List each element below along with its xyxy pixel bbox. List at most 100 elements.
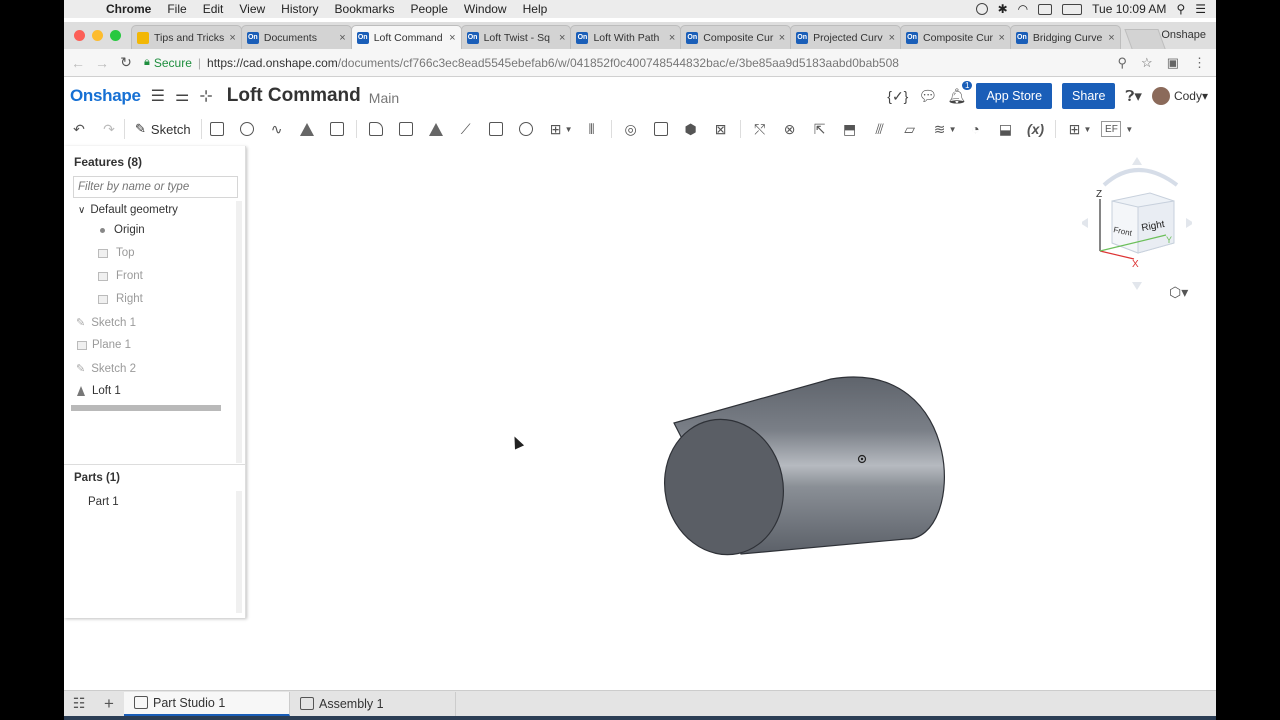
url-field[interactable]: 🔒︎ Secure | https://cad.onshape.com/docu… bbox=[144, 56, 899, 70]
feature-filter-input[interactable] bbox=[73, 176, 238, 198]
move-face-icon[interactable]: ⇱ bbox=[805, 118, 835, 140]
tab-assembly[interactable]: Assembly 1 bbox=[290, 691, 456, 716]
menu-file[interactable]: File bbox=[159, 2, 194, 16]
part-item[interactable]: Part 1 bbox=[88, 496, 119, 508]
hamburger-menu-icon[interactable]: ☰ bbox=[151, 86, 165, 106]
chevron-down-icon[interactable]: ▼ bbox=[949, 125, 957, 134]
extrude-icon[interactable] bbox=[202, 118, 232, 140]
feature-plane-1[interactable]: Plane 1 bbox=[77, 339, 131, 351]
comments-icon[interactable]: 💬︎ bbox=[918, 87, 937, 105]
zoom-icon[interactable]: ⚲ bbox=[1118, 55, 1128, 71]
help-icon[interactable]: ❓︎▾ bbox=[1125, 87, 1142, 105]
thicken-icon[interactable] bbox=[322, 118, 352, 140]
browser-tab[interactable]: On Documents × bbox=[240, 25, 352, 49]
branch-icon[interactable]: ⊹ bbox=[199, 86, 212, 106]
close-tab-icon[interactable]: × bbox=[998, 32, 1004, 44]
minimize-window-button[interactable] bbox=[92, 30, 103, 41]
chevron-down-icon[interactable]: ▼ bbox=[1125, 125, 1133, 134]
browser-tab-active[interactable]: On Loft Command × bbox=[350, 25, 462, 49]
menu-people[interactable]: People bbox=[403, 2, 456, 16]
close-tab-icon[interactable]: × bbox=[229, 32, 235, 44]
feature-front-plane[interactable]: Front bbox=[98, 270, 143, 282]
tab-part-studio[interactable]: Part Studio 1 bbox=[124, 691, 290, 716]
delete-face-icon[interactable]: ⊗ bbox=[775, 118, 805, 140]
tab-manager-icon[interactable]: ☷ bbox=[64, 695, 94, 712]
feature-top-plane[interactable]: Top bbox=[98, 247, 135, 259]
document-title[interactable]: Loft Command bbox=[227, 85, 361, 107]
parts-scrollbar[interactable] bbox=[236, 491, 242, 613]
menu-bookmarks[interactable]: Bookmarks bbox=[327, 2, 403, 16]
share-button[interactable]: Share bbox=[1062, 83, 1116, 109]
redo-icon[interactable]: ↷ bbox=[94, 118, 124, 140]
notification-center-icon[interactable]: ☰ bbox=[1195, 2, 1206, 16]
sheet-metal-icon[interactable]: ⬓ bbox=[991, 118, 1021, 140]
close-window-button[interactable] bbox=[74, 30, 85, 41]
plane-icon[interactable]: ▱ bbox=[895, 118, 925, 140]
browser-tab[interactable]: On Composite Cur × bbox=[900, 25, 1011, 49]
graphics-viewport[interactable] bbox=[246, 146, 1216, 690]
view-cube[interactable]: Z X Y Front Right bbox=[1080, 155, 1194, 295]
onshape-logo[interactable]: Onshape bbox=[70, 86, 141, 106]
forward-arrow-icon[interactable]: → bbox=[92, 55, 112, 71]
new-tab-button[interactable] bbox=[1124, 29, 1166, 49]
bookmark-star-icon[interactable]: ☆ bbox=[1141, 55, 1153, 71]
offset-surface-icon[interactable]: ⫻ bbox=[865, 118, 895, 140]
default-geometry-group[interactable]: ∨ Default geometry bbox=[78, 204, 178, 216]
menu-window[interactable]: Window bbox=[456, 2, 515, 16]
browser-tab[interactable]: On Bridging Curve × bbox=[1009, 25, 1121, 49]
cast-icon[interactable]: ▣ bbox=[1167, 55, 1179, 71]
chevron-down-icon[interactable]: ▼ bbox=[1084, 125, 1092, 134]
feature-loft-1[interactable]: Loft 1 bbox=[77, 385, 121, 397]
sweep-icon[interactable]: ∿ bbox=[262, 118, 292, 140]
more-menu-icon[interactable]: ⋮ bbox=[1193, 55, 1206, 71]
browser-tab[interactable]: On Loft With Path × bbox=[570, 25, 682, 49]
browser-tab[interactable]: On Loft Twist - Sq × bbox=[460, 25, 572, 49]
rib-icon[interactable]: ⟋ bbox=[451, 118, 481, 140]
wifi-icon[interactable]: ◠ bbox=[1018, 2, 1028, 16]
sync-icon[interactable] bbox=[975, 3, 988, 15]
variable-icon[interactable]: (x) bbox=[1021, 118, 1051, 140]
feature-sketch-2[interactable]: ✎ Sketch 2 bbox=[76, 362, 136, 376]
boolean-icon[interactable]: ◎ bbox=[616, 118, 646, 140]
close-tab-icon[interactable]: × bbox=[339, 32, 345, 44]
menu-edit[interactable]: Edit bbox=[195, 2, 232, 16]
zoom-window-button[interactable] bbox=[110, 30, 121, 41]
loft-icon[interactable] bbox=[292, 118, 322, 140]
close-tab-icon[interactable]: × bbox=[889, 32, 895, 44]
variable-icon[interactable]: {✓} bbox=[887, 88, 908, 105]
delete-part-icon[interactable]: ⊠ bbox=[706, 118, 736, 140]
revolve-icon[interactable] bbox=[232, 118, 262, 140]
add-element-icon[interactable]: + bbox=[94, 694, 124, 714]
menu-history[interactable]: History bbox=[273, 2, 326, 16]
mate-connector-icon[interactable]: ◔ bbox=[961, 118, 991, 140]
mirror-icon[interactable]: ⫴ bbox=[577, 118, 607, 140]
feature-right-plane[interactable]: Right bbox=[98, 293, 143, 305]
user-menu[interactable]: Cody ▾ bbox=[1151, 87, 1208, 105]
menu-help[interactable]: Help bbox=[515, 2, 556, 16]
close-tab-icon[interactable]: × bbox=[669, 32, 675, 44]
undo-icon[interactable]: ↶ bbox=[64, 118, 94, 140]
versions-history-icon[interactable]: ⚌ bbox=[175, 86, 189, 106]
draft-icon[interactable] bbox=[421, 118, 451, 140]
feature-sketch-1[interactable]: ✎ Sketch 1 bbox=[76, 316, 136, 330]
sketch-button[interactable]: ✎ Sketch bbox=[124, 119, 202, 139]
notifications-icon[interactable]: 🔔︎ 1 bbox=[947, 81, 973, 105]
back-arrow-icon[interactable]: ← bbox=[68, 55, 88, 71]
app-store-button[interactable]: App Store bbox=[976, 83, 1053, 109]
transform-icon[interactable]: ⬢ bbox=[676, 118, 706, 140]
chamfer-icon[interactable] bbox=[391, 118, 421, 140]
part-render[interactable] bbox=[246, 146, 1216, 690]
feature-origin[interactable]: Origin bbox=[100, 224, 145, 236]
close-tab-icon[interactable]: × bbox=[779, 32, 785, 44]
feature-scrollbar[interactable] bbox=[236, 201, 242, 463]
shell-icon[interactable] bbox=[481, 118, 511, 140]
profile-label[interactable]: Onshape bbox=[1161, 29, 1216, 49]
clock[interactable]: Tue 10:09 AM bbox=[1092, 2, 1166, 16]
modify-fillet-icon[interactable]: ⤲ bbox=[745, 118, 775, 140]
browser-tab[interactable]: On Projected Curv × bbox=[790, 25, 902, 49]
bluetooth-icon[interactable]: ✱ bbox=[998, 2, 1008, 16]
replace-face-icon[interactable]: ⬒ bbox=[835, 118, 865, 140]
chevron-down-icon[interactable]: ▼ bbox=[565, 125, 573, 134]
spotlight-search-icon[interactable]: ⚲ bbox=[1176, 2, 1185, 16]
view-options-cube-icon[interactable]: ⬡▾ bbox=[1169, 284, 1188, 301]
